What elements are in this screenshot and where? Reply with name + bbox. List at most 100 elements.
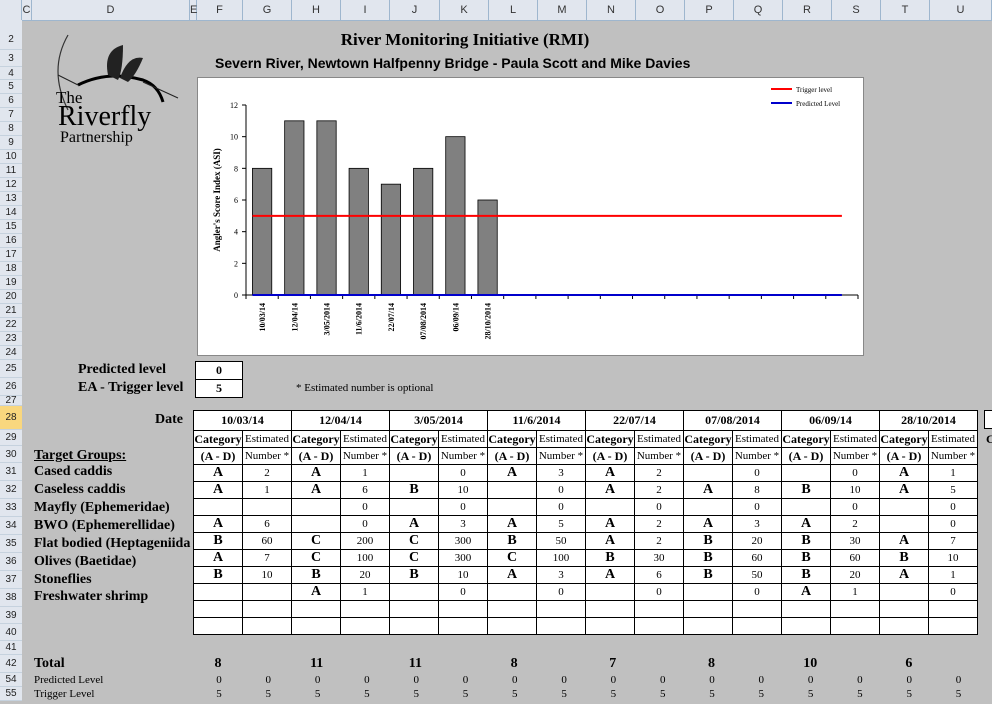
- number-cell[interactable]: 2: [242, 464, 292, 482]
- number-cell[interactable]: 10: [830, 481, 880, 499]
- row-header-29[interactable]: 29: [0, 430, 22, 446]
- category-cell[interactable]: A: [879, 464, 929, 482]
- number-cell[interactable]: 0: [340, 498, 390, 516]
- row-header-40[interactable]: 40: [0, 624, 22, 641]
- number-cell[interactable]: 20: [340, 566, 390, 584]
- category-cell[interactable]: A: [291, 583, 341, 601]
- category-cell[interactable]: A: [683, 481, 733, 499]
- category-cell[interactable]: B: [879, 549, 929, 567]
- column-header-F[interactable]: F: [197, 0, 243, 20]
- category-cell[interactable]: A: [879, 481, 929, 499]
- category-cell[interactable]: [487, 617, 537, 635]
- category-cell[interactable]: A: [193, 549, 243, 567]
- number-cell[interactable]: 0: [732, 498, 782, 516]
- column-header-H[interactable]: H: [292, 0, 341, 20]
- number-cell[interactable]: 0: [732, 583, 782, 601]
- number-cell[interactable]: [732, 617, 782, 635]
- number-cell[interactable]: [830, 600, 880, 618]
- row-header-7[interactable]: 7: [0, 108, 22, 122]
- row-header-36[interactable]: 36: [0, 553, 22, 571]
- category-cell[interactable]: [879, 583, 929, 601]
- row-header-38[interactable]: 38: [0, 589, 22, 607]
- column-header-R[interactable]: R: [783, 0, 832, 20]
- column-header-D[interactable]: D: [32, 0, 190, 20]
- number-cell[interactable]: [634, 600, 684, 618]
- category-cell[interactable]: B: [389, 566, 439, 584]
- category-cell[interactable]: B: [781, 566, 831, 584]
- number-cell[interactable]: 200: [340, 532, 390, 550]
- number-cell[interactable]: 0: [830, 498, 880, 516]
- row-header-15[interactable]: 15: [0, 220, 22, 234]
- category-cell[interactable]: [781, 498, 831, 516]
- row-header-22[interactable]: 22: [0, 318, 22, 332]
- category-cell[interactable]: [389, 617, 439, 635]
- category-cell[interactable]: B: [487, 532, 537, 550]
- row-header-35[interactable]: 35: [0, 535, 22, 553]
- row-header-14[interactable]: 14: [0, 206, 22, 220]
- number-cell[interactable]: 10: [438, 481, 488, 499]
- column-header-N[interactable]: N: [587, 0, 636, 20]
- row-header-39[interactable]: 39: [0, 607, 22, 624]
- number-cell[interactable]: 0: [438, 583, 488, 601]
- number-cell[interactable]: 0: [536, 481, 586, 499]
- number-cell[interactable]: 10: [242, 566, 292, 584]
- number-cell[interactable]: [732, 600, 782, 618]
- category-cell[interactable]: A: [193, 481, 243, 499]
- number-cell[interactable]: 7: [242, 549, 292, 567]
- date-cell[interactable]: 06/09/14: [781, 410, 880, 431]
- category-cell[interactable]: B: [781, 532, 831, 550]
- category-cell[interactable]: A: [585, 481, 635, 499]
- row-header-8[interactable]: 8: [0, 122, 22, 136]
- category-cell[interactable]: [781, 464, 831, 482]
- category-cell[interactable]: [683, 617, 733, 635]
- category-cell[interactable]: [291, 498, 341, 516]
- row-header-10[interactable]: 10: [0, 150, 22, 164]
- column-header-C[interactable]: C: [22, 0, 32, 20]
- number-cell[interactable]: 50: [732, 566, 782, 584]
- number-cell[interactable]: 300: [438, 532, 488, 550]
- number-cell[interactable]: 0: [928, 498, 978, 516]
- number-cell[interactable]: 1: [340, 583, 390, 601]
- row-header-28[interactable]: 28: [0, 406, 22, 430]
- next-date-cell[interactable]: [984, 410, 992, 429]
- select-all-corner[interactable]: [0, 0, 22, 20]
- number-cell[interactable]: 6: [340, 481, 390, 499]
- row-header-19[interactable]: 19: [0, 276, 22, 290]
- number-cell[interactable]: 30: [634, 549, 684, 567]
- number-cell[interactable]: 10: [438, 566, 488, 584]
- column-header-I[interactable]: I: [341, 0, 390, 20]
- number-cell[interactable]: [634, 617, 684, 635]
- number-cell[interactable]: 30: [830, 532, 880, 550]
- number-cell[interactable]: 0: [438, 464, 488, 482]
- row-header-54[interactable]: 54: [0, 673, 22, 687]
- category-cell[interactable]: A: [487, 515, 537, 533]
- category-cell[interactable]: B: [291, 566, 341, 584]
- number-cell[interactable]: [340, 617, 390, 635]
- number-cell[interactable]: 1: [928, 566, 978, 584]
- date-cell[interactable]: 11/6/2014: [487, 410, 586, 431]
- number-cell[interactable]: [438, 617, 488, 635]
- date-cell[interactable]: 22/07/14: [585, 410, 684, 431]
- number-cell[interactable]: 7: [928, 532, 978, 550]
- row-header-27[interactable]: 27: [0, 396, 22, 406]
- category-cell[interactable]: A: [585, 532, 635, 550]
- number-cell[interactable]: [928, 617, 978, 635]
- category-cell[interactable]: [487, 583, 537, 601]
- category-cell[interactable]: [389, 464, 439, 482]
- category-cell[interactable]: [193, 498, 243, 516]
- row-header-23[interactable]: 23: [0, 332, 22, 346]
- number-cell[interactable]: [438, 600, 488, 618]
- category-cell[interactable]: [879, 498, 929, 516]
- category-cell[interactable]: A: [193, 515, 243, 533]
- category-cell[interactable]: C: [389, 549, 439, 567]
- number-cell[interactable]: 6: [634, 566, 684, 584]
- category-cell[interactable]: A: [879, 566, 929, 584]
- category-cell[interactable]: B: [193, 532, 243, 550]
- number-cell[interactable]: 0: [634, 583, 684, 601]
- category-cell[interactable]: [781, 617, 831, 635]
- predicted-level-cell[interactable]: 0: [195, 361, 243, 380]
- row-header-4[interactable]: 4: [0, 67, 22, 80]
- number-cell[interactable]: 100: [340, 549, 390, 567]
- category-cell[interactable]: A: [781, 583, 831, 601]
- number-cell[interactable]: [242, 498, 292, 516]
